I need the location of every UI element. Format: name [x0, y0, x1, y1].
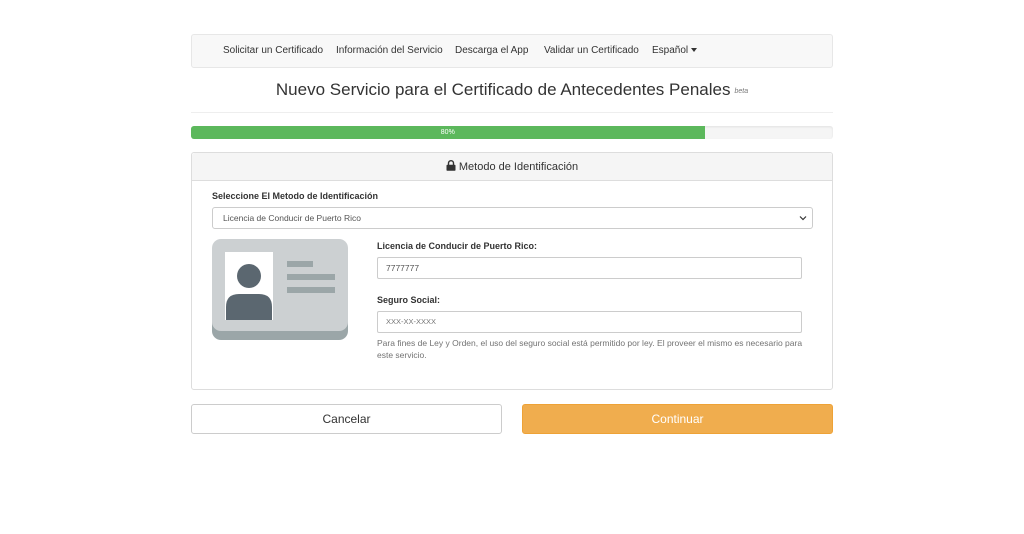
select-method-label: Seleccione El Metodo de Identificación	[212, 191, 379, 201]
id-card-icon	[212, 239, 348, 340]
nav-solicitar-certificado[interactable]: Solicitar un Certificado	[223, 35, 323, 67]
cancel-button[interactable]: Cancelar	[191, 404, 502, 434]
ssn-input[interactable]: XXX-XX-XXXX	[377, 311, 802, 333]
license-number-input[interactable]: 7777777	[377, 257, 802, 279]
chevron-down-icon	[799, 216, 807, 221]
beta-badge: beta	[734, 88, 749, 95]
identification-method-select[interactable]: Licencia de Conducir de Puerto Rico	[212, 207, 813, 229]
nav-validar-certificado[interactable]: Validar un Certificado	[544, 35, 639, 67]
page-title-text: Nuevo Servicio para el Certificado de An…	[275, 80, 731, 99]
progress-track: 80%	[191, 126, 833, 139]
license-label: Licencia de Conducir de Puerto Rico:	[377, 241, 538, 251]
select-value: Licencia de Conducir de Puerto Rico	[223, 213, 361, 223]
ssn-help-text: Para fines de Ley y Orden, el uso del se…	[377, 338, 803, 360]
language-label: Español	[652, 45, 689, 56]
title-divider	[191, 112, 833, 113]
panel-heading: Metodo de Identificación	[192, 153, 832, 181]
nav-informacion-servicio[interactable]: Información del Servicio	[336, 35, 443, 67]
identification-panel: Metodo de Identificación Seleccione El M…	[191, 152, 833, 390]
page-title: Nuevo Servicio para el Certificado de An…	[191, 80, 833, 100]
nav-language-dropdown[interactable]: Español	[652, 35, 698, 67]
top-navbar: Solicitar un Certificado Información del…	[191, 34, 833, 68]
progress-bar: 80%	[191, 126, 705, 139]
continue-button[interactable]: Continuar	[522, 404, 833, 434]
caret-down-icon	[691, 48, 698, 53]
ssn-label: Seguro Social:	[377, 295, 441, 305]
nav-descarga-app[interactable]: Descarga el App	[455, 35, 528, 67]
lock-icon	[446, 160, 456, 171]
panel-heading-text: Metodo de Identificación	[458, 161, 579, 173]
